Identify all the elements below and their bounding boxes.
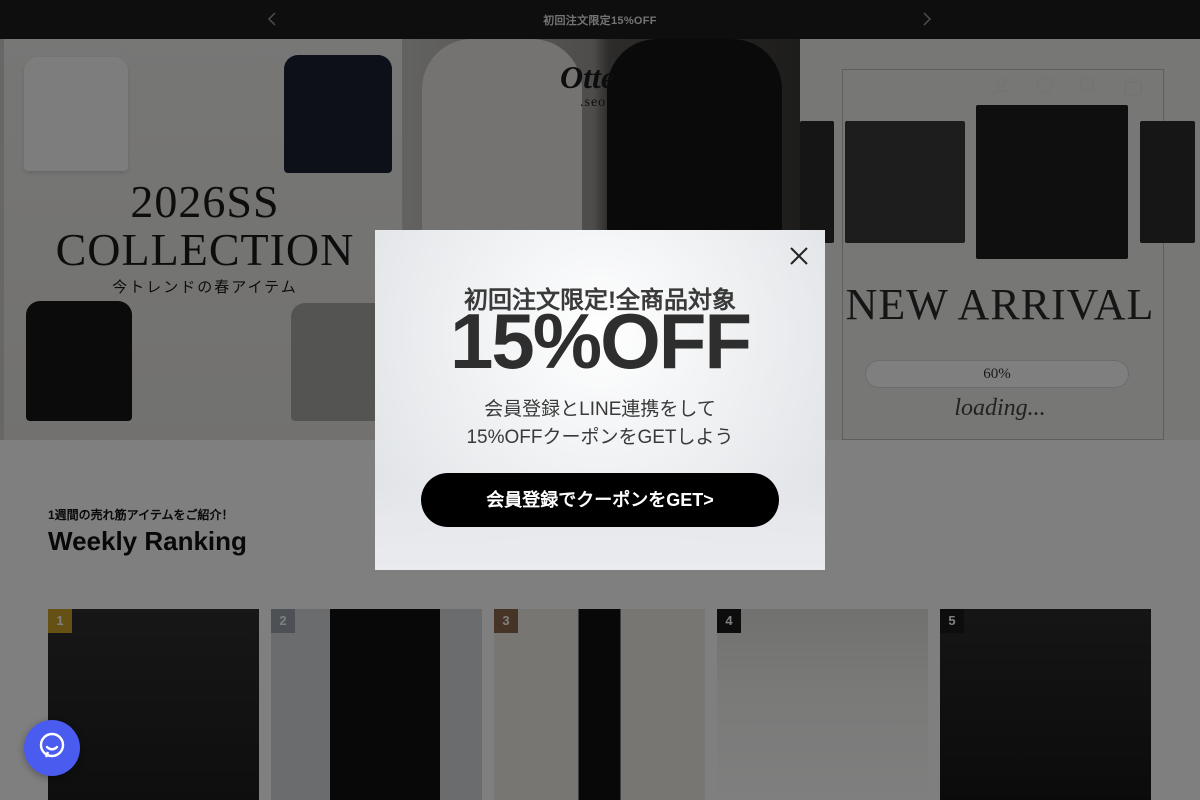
- chat-launcher[interactable]: [24, 720, 80, 776]
- popup-body-line2: 15%OFFクーポンをGETしよう: [466, 427, 734, 448]
- popup-body-line1: 会員登録とLINE連携をして: [484, 399, 716, 420]
- register-coupon-button[interactable]: 会員登録でクーポンをGET>: [421, 473, 779, 527]
- popup-discount: 15%OFF: [449, 297, 752, 385]
- popup-body: 会員登録とLINE連携をして 15%OFFクーポンをGETしよう: [375, 396, 825, 452]
- close-icon[interactable]: [787, 244, 811, 268]
- chat-bubble-icon: [37, 731, 67, 766]
- coupon-popup: 初回注文限定!全商品対象 15%OFF 会員登録とLINE連携をして 15%OF…: [375, 230, 825, 570]
